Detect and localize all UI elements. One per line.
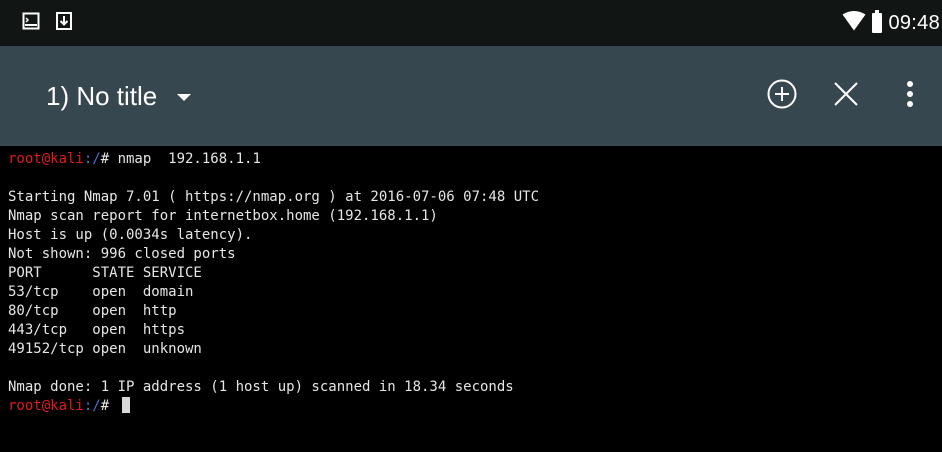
prompt-path: :/ [83,398,101,414]
session-selector[interactable]: 1) No title [46,46,192,146]
command-text: nmap 192.168.1.1 [117,151,261,167]
status-bar-left [22,12,72,35]
output-line: 53/tcp open domain [8,284,194,300]
output-line: Nmap scan report for internetbox.home (1… [8,208,438,224]
prompt-path: :/ [83,151,101,167]
overflow-menu-icon [906,80,914,113]
output-line: 80/tcp open http [8,303,177,319]
wifi-icon [842,10,866,36]
output-line: Host is up (0.0034s latency). [8,227,253,243]
toolbar-actions [750,46,942,146]
close-session-button[interactable] [814,64,878,128]
output-line: PORT STATE SERVICE [8,265,202,281]
output-line: 443/tcp open https [8,322,186,338]
terminal-view[interactable]: root@kali:/# nmap 192.168.1.1 Starting N… [0,146,942,452]
battery-icon [872,10,883,33]
session-title: 1) No title [46,80,158,111]
output-line: 49152/tcp open unknown [8,341,202,357]
prompt-symbol: # [100,398,118,414]
close-session-icon [832,80,860,113]
toolbar: 1) No title [0,46,942,146]
prompt-user: root@kali [8,398,84,414]
dropdown-arrow-icon [177,93,192,101]
status-bar: 09:48 [0,0,942,46]
prompt-user: root@kali [8,151,84,167]
text-cursor [121,397,130,413]
download-icon [56,12,72,35]
add-session-icon [766,78,798,115]
output-line: Starting Nmap 7.01 ( https://nmap.org ) … [8,189,540,205]
output-line: Not shown: 996 closed ports [8,246,236,262]
output-line: Nmap done: 1 IP address (1 host up) scan… [8,379,514,395]
active-prompt-line: root@kali:/# [8,397,942,416]
status-bar-right: 09:48 [842,0,942,46]
clock: 09:48 [888,11,940,34]
screen: 09:48 1) No title root@kali:/# nmap 192.… [0,0,942,452]
command-line: root@kali:/# nmap 192.168.1.1 [8,150,942,169]
add-session-button[interactable] [750,64,814,128]
terminal-icon [22,12,40,35]
overflow-menu-button[interactable] [878,64,942,128]
prompt-symbol: # [100,151,118,167]
